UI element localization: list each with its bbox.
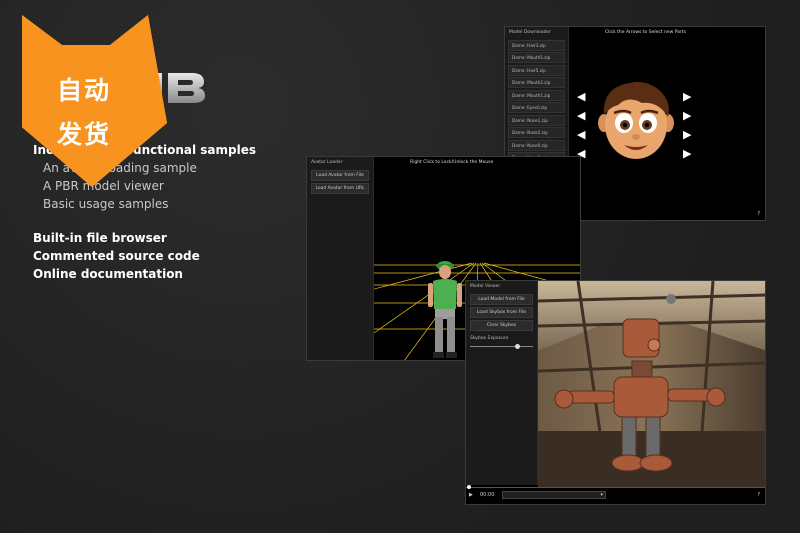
sample-avatar: An avatar loading sample — [43, 161, 197, 175]
chevron-down-icon: ▾ — [600, 492, 603, 498]
downloader-title: Model Downloader — [509, 30, 551, 35]
extra-file-browser: Built-in file browser — [33, 231, 167, 245]
slider-thumb[interactable] — [514, 344, 520, 349]
sdk-logo-icon — [142, 71, 207, 105]
playback-bar: ▶ 00:00 ▾ ? — [466, 485, 765, 503]
sample-basic: Basic usage samples — [43, 197, 169, 211]
viewer-sidebar: Model Viewer Load Model from File Load S… — [466, 281, 538, 485]
avatar-caption: Right Click to Lock/Unlock the Mouse — [410, 160, 494, 165]
next-part-arrow-2[interactable]: ▶ — [683, 110, 691, 121]
prev-part-arrow-2[interactable]: ◀ — [577, 110, 585, 121]
extra-documentation: Online documentation — [33, 267, 183, 281]
next-part-arrow-4[interactable]: ▶ — [683, 148, 691, 159]
animation-select[interactable]: ▾ — [502, 491, 606, 499]
next-part-arrow-3[interactable]: ▶ — [683, 129, 691, 140]
time-readout: 00:00 — [480, 492, 495, 498]
avatar-3d-figure — [428, 261, 462, 358]
downloader-list-item[interactable]: Dome: Nose2.zip — [508, 127, 565, 138]
extra-source-code: Commented source code — [33, 249, 200, 263]
feature-list: Includes fully functional samples An ava… — [33, 141, 273, 213]
extras-list: Built-in file browser Commented source c… — [33, 229, 200, 283]
skybox-exposure-label: Skybox Exposure — [470, 336, 509, 341]
downloader-list-item[interactable]: Dome: Mouth5.zip — [508, 52, 565, 63]
timeline-track[interactable] — [466, 487, 765, 488]
downloader-list-item[interactable]: Dome: Nose1.zip — [508, 114, 565, 126]
downloader-list-item[interactable]: Dome: Eyes0.zip — [508, 102, 565, 113]
avatar-loader-title: Avatar Loader — [311, 160, 343, 165]
downloader-list-item[interactable]: Dome: Mouth1.zip — [508, 89, 565, 101]
model-viewer-title: Model Viewer — [470, 284, 501, 289]
viewer-help-icon[interactable]: ? — [757, 492, 760, 498]
downloader-list-item[interactable]: Dome: Hair5.zip — [508, 64, 565, 76]
downloader-list-item[interactable]: Dome: Mouth2.zip — [508, 77, 565, 88]
play-button[interactable]: ▶ — [469, 492, 473, 498]
downloader-caption: Click the Arrows to Select new Parts — [605, 30, 686, 35]
downloader-list-item[interactable]: Dome: Nose0.zip — [508, 139, 565, 151]
clear-skybox-button[interactable]: Clear Skybox — [470, 320, 533, 331]
load-model-button[interactable]: Load Model from File — [470, 294, 533, 305]
model-viewer-window: Model Viewer Load Model from File Load S… — [465, 280, 766, 505]
downloader-help-icon[interactable]: ? — [757, 211, 760, 217]
timeline-thumb[interactable] — [467, 485, 471, 489]
prev-part-arrow-1[interactable]: ◀ — [577, 91, 585, 102]
skybox-exposure-slider[interactable] — [470, 344, 533, 349]
load-skybox-button[interactable]: Load Skybox from File — [470, 307, 533, 318]
load-avatar-url-button[interactable]: Load Avatar from URL — [311, 183, 369, 194]
avatar-sidebar: Avatar Loader Load Avatar from File Load… — [307, 157, 374, 360]
prev-part-arrow-3[interactable]: ◀ — [577, 129, 585, 140]
robot-scene-image — [538, 281, 765, 487]
downloader-list-item[interactable]: Dome: Hair3.zip — [508, 39, 565, 51]
load-avatar-file-button[interactable]: Load Avatar from File — [311, 170, 369, 181]
sample-pbr: A PBR model viewer — [43, 179, 164, 193]
badge-line-1: 自动 — [56, 76, 111, 105]
next-part-arrow-1[interactable]: ▶ — [683, 91, 691, 102]
avatar-head-image — [598, 81, 674, 159]
slider-track — [470, 346, 533, 347]
samples-heading: Includes fully functional samples — [33, 143, 256, 157]
